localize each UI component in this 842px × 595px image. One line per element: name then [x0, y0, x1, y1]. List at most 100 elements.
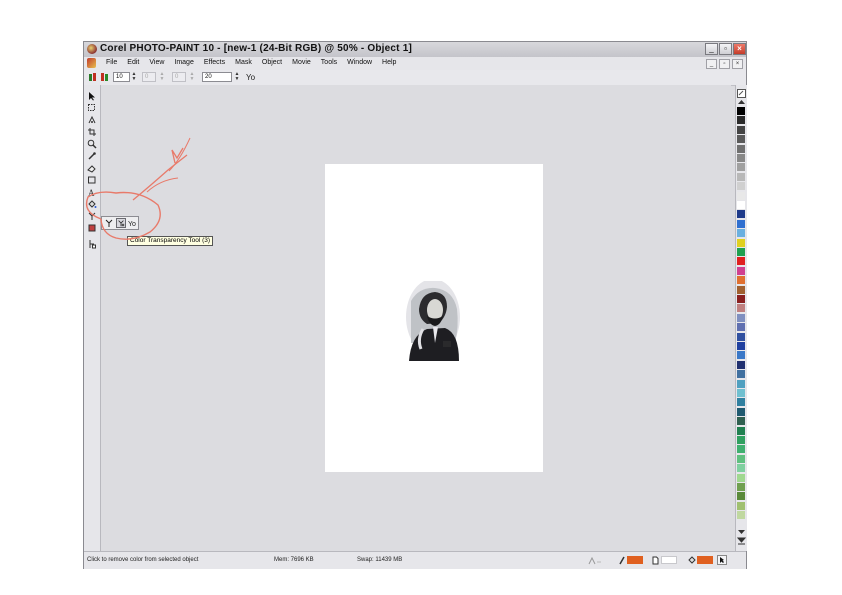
palette-swatch[interactable] [737, 473, 745, 482]
palette-swatch[interactable] [737, 229, 745, 238]
effect-tool-icon[interactable] [87, 239, 97, 249]
palette-swatch[interactable] [737, 210, 745, 219]
palette-scroll-up-icon[interactable] [737, 99, 746, 105]
palette-swatch[interactable] [737, 285, 745, 294]
palette-swatch[interactable] [737, 191, 745, 200]
palette-swatch[interactable] [737, 276, 745, 285]
palette-swatch[interactable] [737, 370, 745, 379]
palette-swatch[interactable] [737, 464, 745, 473]
menu-mask[interactable]: Mask [230, 58, 257, 68]
palette-swatch[interactable] [737, 257, 745, 266]
doc-restore-button[interactable]: ▫ [719, 59, 730, 69]
palette-swatch[interactable] [737, 511, 745, 520]
palette-swatch[interactable] [737, 332, 745, 341]
palette-swatch[interactable] [737, 445, 745, 454]
text-tool-icon[interactable]: A [87, 187, 97, 197]
color-transparency-tool-icon[interactable] [116, 218, 126, 228]
lasso-tool-icon[interactable] [87, 115, 97, 125]
palette-swatch[interactable] [737, 379, 745, 388]
menu-items: File Edit View Image Effects Mask Object… [101, 58, 401, 68]
palette-swatch[interactable] [737, 107, 745, 115]
palette-swatch[interactable] [737, 407, 745, 416]
fill-tool-icon[interactable] [87, 199, 97, 209]
palette-menu-icon[interactable] [737, 89, 746, 98]
palette-swatch[interactable] [737, 163, 745, 172]
palette-swatch[interactable] [737, 417, 745, 426]
palette-swatch[interactable] [737, 304, 745, 313]
pick-tool-icon[interactable] [87, 91, 97, 101]
tolerance-spinner[interactable]: ▲ ▼ [130, 72, 138, 82]
palette-swatch[interactable] [737, 389, 745, 397]
menu-edit[interactable]: Edit [122, 58, 144, 68]
zoom-tool-icon[interactable] [87, 139, 97, 149]
palette-scroll-down-icon[interactable] [737, 529, 746, 535]
transparency-tool-icon[interactable] [87, 211, 97, 221]
maximize-button[interactable]: ▫ [719, 43, 732, 55]
transparency-spinner[interactable]: ▲ ▼ [233, 72, 241, 82]
palette-swatch[interactable] [737, 219, 745, 228]
transparency-brush-tool-icon[interactable]: Yo [128, 218, 138, 228]
object-transparency-tool-icon[interactable] [104, 218, 114, 228]
palette-swatch[interactable] [737, 135, 745, 144]
palette-swatch[interactable] [737, 172, 745, 181]
palette-swatch[interactable] [737, 342, 745, 350]
tool-tooltip: Color Transparency Tool (3) [127, 236, 214, 246]
paper-color-swatch[interactable] [661, 556, 677, 564]
close-button[interactable]: × [733, 43, 746, 55]
tolerance-icon[interactable] [88, 72, 98, 82]
menu-image[interactable]: Image [169, 58, 198, 68]
palette-swatch[interactable] [737, 295, 745, 303]
menu-movie[interactable]: Movie [287, 58, 316, 68]
minimize-button[interactable]: _ [705, 43, 718, 55]
palette-swatch[interactable] [737, 266, 745, 275]
palette-swatch[interactable] [737, 360, 745, 369]
palette-swatch[interactable] [737, 454, 745, 463]
menu-window[interactable]: Window [342, 58, 377, 68]
menu-effects[interactable]: Effects [199, 58, 230, 68]
document-page[interactable] [325, 164, 543, 472]
palette-swatch[interactable] [737, 182, 745, 191]
palette-swatch[interactable] [737, 483, 745, 491]
reset-icon[interactable]: Yo [246, 72, 256, 82]
paint-tool-icon[interactable] [87, 223, 97, 233]
palette-swatch[interactable] [737, 426, 745, 435]
palette-swatch[interactable] [737, 501, 745, 510]
menu-view[interactable]: View [144, 58, 169, 68]
palette-swatch[interactable] [737, 436, 745, 444]
pointer-mode-button[interactable] [717, 555, 727, 565]
palette-swatch[interactable] [737, 116, 745, 125]
title-bar[interactable]: Corel PHOTO-PAINT 10 - [new-1 (24-Bit RG… [84, 42, 746, 58]
palette-swatch[interactable] [737, 351, 745, 360]
eyedropper-tool-icon[interactable] [87, 151, 97, 161]
doc-minimize-button[interactable]: _ [706, 59, 717, 69]
palette-scroll-end-icon[interactable] [737, 537, 746, 545]
document-icon[interactable] [87, 58, 96, 68]
fill-color-swatch[interactable] [697, 556, 713, 564]
menu-file[interactable]: File [101, 58, 122, 68]
palette-swatch[interactable] [737, 323, 745, 332]
menu-object[interactable]: Object [257, 58, 287, 68]
palette-swatch[interactable] [737, 238, 745, 247]
portrait-photo[interactable] [405, 281, 461, 361]
color-mode-icon[interactable] [100, 72, 110, 82]
transparency-field[interactable]: 20 [202, 72, 232, 82]
palette-swatch[interactable] [737, 313, 745, 322]
palette-swatch[interactable] [737, 125, 745, 134]
palette-swatch[interactable] [737, 144, 745, 153]
canvas-area[interactable] [101, 85, 731, 551]
mask-tool-icon[interactable] [87, 103, 97, 113]
tolerance-field[interactable]: 10 [113, 72, 130, 82]
palette-swatch[interactable] [737, 492, 745, 501]
eraser-tool-icon[interactable] [87, 163, 97, 173]
corel-app-icon[interactable] [87, 44, 97, 54]
menu-tools[interactable]: Tools [316, 58, 342, 68]
rectangle-tool-icon[interactable] [87, 175, 97, 185]
palette-swatch[interactable] [737, 154, 745, 162]
palette-swatch[interactable] [737, 201, 745, 209]
palette-swatch[interactable] [737, 398, 745, 407]
menu-help[interactable]: Help [377, 58, 401, 68]
palette-swatch[interactable] [737, 248, 745, 256]
crop-tool-icon[interactable] [87, 127, 97, 137]
doc-close-button[interactable]: × [732, 59, 743, 69]
paint-color-swatch[interactable] [627, 556, 643, 564]
